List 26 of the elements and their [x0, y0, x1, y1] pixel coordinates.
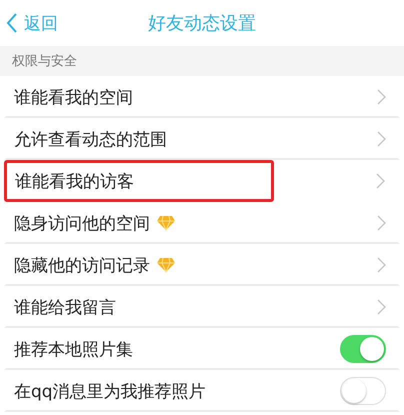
settings-row[interactable]: 在qq消息里为我推荐照片 — [4, 370, 400, 412]
section-header: 权限与安全 — [0, 46, 404, 76]
settings-row[interactable]: 隐身访问他的空间 — [4, 202, 400, 244]
chevron-right-icon — [377, 131, 386, 147]
settings-row[interactable]: 隐藏他的访问记录 — [4, 244, 400, 286]
chevron-right-icon — [377, 299, 386, 315]
toggle-switch[interactable] — [340, 377, 386, 405]
settings-row[interactable]: 谁能给我留言 — [4, 286, 400, 328]
chevron-left-icon — [6, 12, 18, 34]
chevron-right-icon — [376, 173, 385, 189]
settings-row[interactable]: 允许查看动态的范围 — [4, 118, 400, 160]
row-label: 推荐本地照片集 — [14, 338, 133, 360]
chevron-right-icon — [377, 257, 386, 273]
row-label: 隐藏他的访问记录 — [14, 254, 150, 276]
page-title: 好友动态设置 — [148, 12, 256, 35]
chevron-right-icon — [377, 215, 386, 231]
row-label: 谁能看我的空间 — [14, 86, 133, 108]
row-label: 隐身访问他的空间 — [14, 212, 150, 234]
row-label: 谁能给我留言 — [14, 296, 116, 318]
chevron-right-icon — [377, 89, 386, 105]
row-label: 允许查看动态的范围 — [14, 128, 167, 150]
toggle-switch[interactable] — [340, 335, 386, 363]
row-label: 谁能看我的访客 — [15, 170, 134, 192]
settings-row[interactable]: 推荐本地照片集 — [4, 328, 400, 370]
settings-row[interactable]: 谁能看我的空间 — [4, 76, 400, 118]
row-label: 在qq消息里为我推荐照片 — [14, 380, 206, 402]
